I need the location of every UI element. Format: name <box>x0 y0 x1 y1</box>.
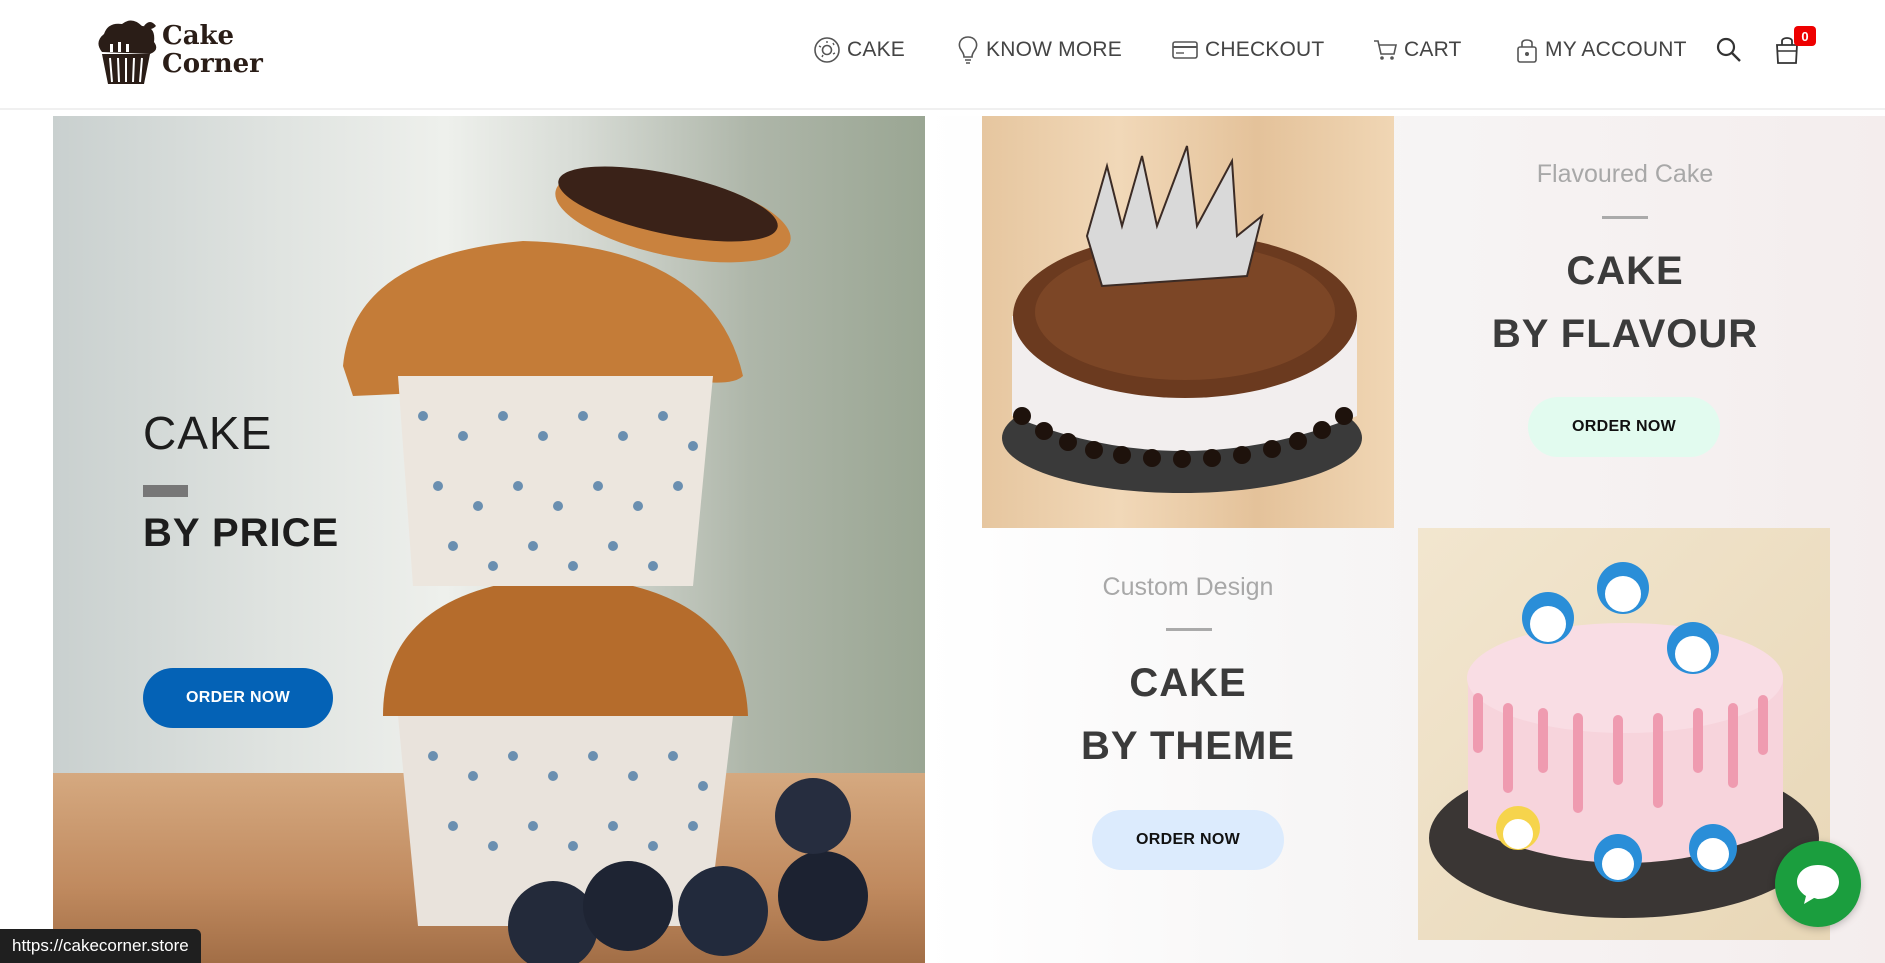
nav-item-cart[interactable]: CART <box>1372 32 1462 68</box>
cart-count-badge: 0 <box>1794 26 1816 46</box>
nav-item-my-account[interactable]: MY ACCOUNT <box>1515 32 1687 68</box>
status-bar-url: https://cakecorner.store <box>0 929 201 963</box>
credit-card-icon <box>1172 41 1198 59</box>
chocolate-cake-illustration <box>1002 145 1362 493</box>
lock-icon <box>1517 39 1537 63</box>
order-now-button-theme[interactable]: ORDER NOW <box>1092 810 1284 870</box>
theme-title: CAKE BY THEME <box>988 652 1388 778</box>
title-divider <box>143 485 188 497</box>
theme-cake-image <box>1418 528 1830 940</box>
flavour-divider <box>1602 216 1648 219</box>
cart-icon <box>1374 40 1397 60</box>
flavour-section: Flavoured Cake <box>1425 160 1825 189</box>
chocolate-cake-image <box>982 116 1394 528</box>
flavour-subtitle: Flavoured Cake <box>1536 160 1714 188</box>
chat-bubble-icon <box>1797 865 1839 904</box>
theme-divider <box>1166 628 1212 631</box>
main-nav: CAKE KNOW MORE CHECKOUT CART MY ACCOUNT <box>0 32 1885 68</box>
search-icon <box>1716 37 1741 62</box>
nav-item-know-more[interactable]: KNOW MORE <box>956 32 1122 68</box>
donut-icon <box>814 37 840 63</box>
lightbulb-icon <box>958 36 978 64</box>
hero-title-line1: CAKE <box>143 407 273 459</box>
nav-label: MY ACCOUNT <box>1545 38 1687 61</box>
theme-subtitle: Custom Design <box>1102 573 1274 601</box>
doraemon-cake-illustration <box>1429 562 1819 918</box>
flavour-title: CAKE BY FLAVOUR <box>1425 240 1825 366</box>
site-header: Cake Corner CAKE KNOW MORE CHECKOUT CART… <box>0 0 1885 110</box>
search-button[interactable] <box>1715 32 1743 68</box>
order-now-button-price[interactable]: ORDER NOW <box>143 668 333 728</box>
theme-title-line2: BY THEME <box>1081 724 1295 768</box>
flavour-title-line2: BY FLAVOUR <box>1491 312 1759 356</box>
nav-label: CAKE <box>847 38 905 61</box>
flavour-title-line1: CAKE <box>1566 249 1684 293</box>
live-chat-button[interactable] <box>1775 841 1861 927</box>
nav-label: CHECKOUT <box>1205 38 1325 61</box>
nav-item-checkout[interactable]: CHECKOUT <box>1171 32 1324 68</box>
order-now-button-flavour[interactable]: ORDER NOW <box>1528 397 1720 457</box>
nav-item-cake[interactable]: CAKE <box>813 32 905 68</box>
theme-title-line1: CAKE <box>1129 661 1247 705</box>
theme-section: Custom Design <box>988 573 1388 602</box>
nav-label: CART <box>1404 38 1462 61</box>
hero-cake-by-price: CAKE BY PRICE ORDER NOW <box>53 116 925 963</box>
hero-title-line2: BY PRICE <box>143 511 340 555</box>
nav-label: KNOW MORE <box>986 38 1122 61</box>
